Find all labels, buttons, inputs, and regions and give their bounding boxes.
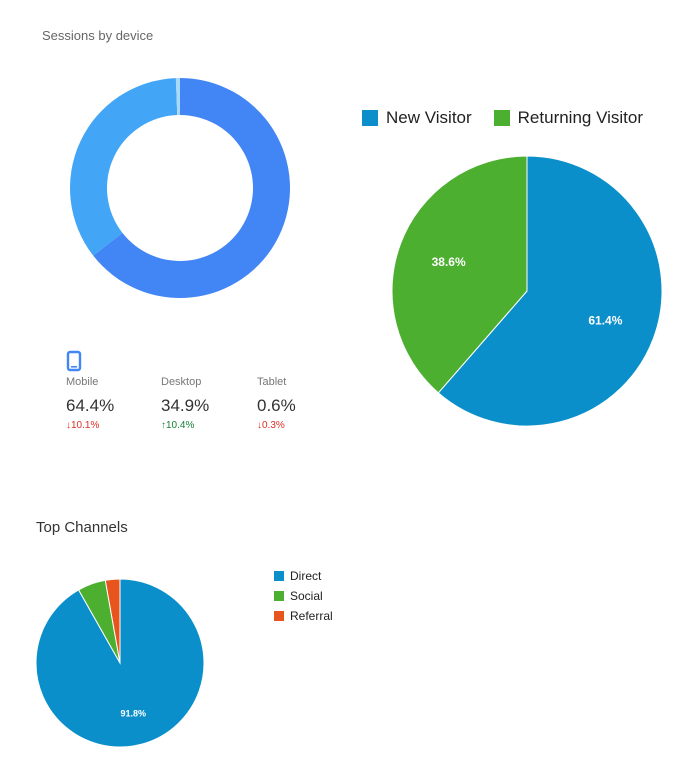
stat-tablet: Tablet 0.6% ↓0.3% (257, 376, 296, 431)
legend-label: Referral (290, 609, 333, 623)
stat-value: 64.4% (66, 396, 115, 415)
sessions-title: Sessions by device (42, 28, 154, 43)
sessions-donut-chart (70, 78, 290, 298)
stat-value: 0.6% (257, 396, 296, 415)
stat-value: 34.9% (161, 396, 210, 415)
pie-slices: 61.4% 38.6% (391, 155, 663, 427)
channels-title: Top Channels (36, 519, 128, 536)
legend-item-new-visitor: New Visitor (362, 108, 472, 128)
legend-label: New Visitor (386, 108, 472, 127)
legend-swatch (274, 571, 284, 581)
legend-label: Returning Visitor (517, 108, 644, 127)
pie-data-label: 38.6% (432, 255, 466, 269)
stat-label: Tablet (257, 376, 287, 388)
legend-swatch (493, 110, 510, 126)
legend-item-social: Social (274, 586, 333, 606)
visitor-pie-chart: 61.4% 38.6% (391, 155, 663, 427)
stat-change: ↓0.3% (257, 420, 285, 431)
legend-swatch (274, 591, 284, 601)
legend-swatch (362, 110, 378, 126)
pie-data-label: 61.4% (588, 314, 622, 328)
stat-change: ↑10.4% (161, 420, 195, 431)
channels-pie-chart: 91.8% (35, 578, 205, 748)
channels-legend: Direct Social Referral (274, 566, 333, 626)
legend-label: Direct (290, 569, 322, 583)
donut-slices (70, 78, 290, 298)
pie-slices: 91.8% (35, 578, 205, 748)
donut-slice-desktop (70, 78, 178, 256)
stat-label: Mobile (66, 376, 99, 388)
stat-change: ↓10.1% (66, 420, 100, 431)
pie-data-label: 91.8% (121, 709, 147, 719)
stat-mobile: Mobile 64.4% ↓10.1% (66, 376, 114, 431)
legend-item-returning-visitor: Returning Visitor (493, 108, 644, 128)
legend-label: Social (290, 589, 323, 603)
visitor-legend: New Visitor Returning Visitor (362, 108, 643, 128)
mobile-phone-icon (66, 350, 86, 374)
legend-item-referral: Referral (274, 606, 333, 626)
legend-item-direct: Direct (274, 566, 333, 586)
stat-desktop: Desktop 34.9% ↑10.4% (161, 376, 209, 431)
stat-label: Desktop (161, 376, 202, 388)
legend-swatch (274, 611, 284, 621)
